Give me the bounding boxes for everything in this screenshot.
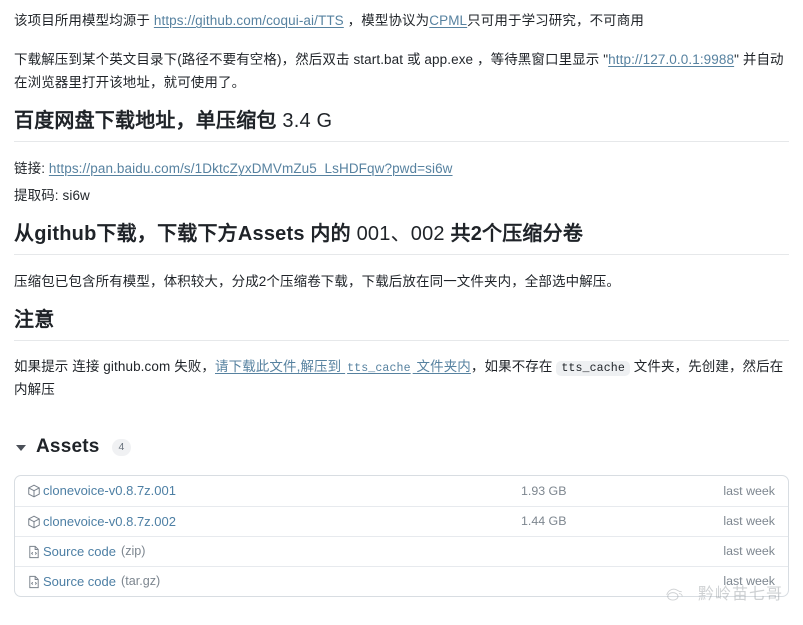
tts-cache-code: tts_cache [556,361,630,377]
asset-download-link[interactable]: clonevoice-v0.8.7z.002 [43,511,176,532]
localhost-address-link[interactable]: http://127.0.0.1:9988 [608,52,734,67]
table-row[interactable]: Source code (zip) last week [15,536,788,566]
asset-name-cell: Source code (zip) [26,541,513,562]
download-file-link[interactable]: 请下载此文件,解压到 tts_cache 文件夹内 [215,359,471,376]
github-heading-bold-1: 从github下载，下载下方Assets 内的 [14,223,351,246]
intro-line2-prefix: 下载解压到某个英文目录下(路径不要有空格)，然后双击 start.bat 或 a… [14,52,609,68]
file-code-icon [26,544,41,559]
asset-date-cell: last week [723,574,775,589]
github-body-paragraph: 压缩包已包含所有模型，体积较大，分成2个压缩卷下载，下载后放在同一文件夹内，全部… [14,274,621,290]
notice-body-mid: ，如果不存在 [470,359,557,375]
table-row[interactable]: clonevoice-v0.8.7z.001 1.93 GB last week [15,476,788,506]
cpml-license-link[interactable]: CPML [429,13,467,28]
asset-format-label: (zip) [121,544,146,559]
notice-section: 注意 [14,307,789,342]
download-link-text-2: 文件夹内 [412,359,471,375]
baidu-heading-bold: 百度网盘下载地址，单压缩包 [14,110,277,133]
asset-download-link[interactable]: clonevoice-v0.8.7z.001 [43,480,176,501]
asset-date-cell: last week [723,544,775,559]
baidu-heading-size: 3.4 G [276,110,333,133]
table-row[interactable]: clonevoice-v0.8.7z.002 1.44 GB last week [15,506,788,536]
intro-line1-mid: ，模型协议为 [343,13,430,28]
assets-count-badge: 4 [111,439,132,456]
asset-download-link[interactable]: Source code [43,571,116,592]
intro-paragraph-1: 该项目所用模型均源于 https://github.com/coqui-ai/T… [14,10,789,32]
baidu-link-label: 链接: [14,161,49,177]
intro-line1-prefix: 该项目所用模型均源于 [14,13,154,28]
chevron-down-icon[interactable] [16,444,26,451]
package-icon [26,514,41,529]
baidu-pan-link[interactable]: https://pan.baidu.com/s/1DktcZyxDMVmZu5_… [49,161,453,176]
baidu-section: 百度网盘下载地址，单压缩包 3.4 G [14,108,789,143]
asset-name-cell: clonevoice-v0.8.7z.001 [26,480,513,501]
github-heading-volumes: 001、002 [350,223,451,246]
notice-heading: 注意 [14,307,789,342]
intro-paragraph-2: 下载解压到某个英文目录下(路径不要有空格)，然后双击 start.bat 或 a… [14,49,789,94]
github-heading: 从github下载，下载下方Assets 内的 001、002 共2个压缩分卷 [14,221,789,256]
download-link-text-1: 请下载此文件,解压到 [215,359,346,375]
asset-date-cell: last week [723,483,775,498]
asset-size-cell: 1.44 GB [521,514,567,529]
assets-title: Assets [36,436,100,458]
asset-name-cell: Source code (tar.gz) [26,571,513,592]
baidu-heading: 百度网盘下载地址，单压缩包 3.4 G [14,108,789,143]
release-body: 该项目所用模型均源于 https://github.com/coqui-ai/T… [0,0,803,401]
file-code-icon [26,574,41,589]
coqui-tts-link[interactable]: https://github.com/coqui-ai/TTS [154,13,344,28]
asset-format-label: (tar.gz) [121,574,161,589]
baidu-code-paragraph: 提取码: si6w [14,187,90,203]
github-section: 从github下载，下载下方Assets 内的 001、002 共2个压缩分卷 [14,221,789,256]
package-icon [26,484,41,499]
asset-name-cell: clonevoice-v0.8.7z.002 [26,511,513,532]
intro-line1-suffix: 只可用于学习研究，不可商用 [467,13,644,28]
assets-section: Assets 4 clonevoice-v0.8.7z.001 1.93 GB … [0,432,803,598]
notice-body-paragraph: 如果提示 连接 github.com 失败，请下载此文件,解压到 tts_cac… [14,356,789,401]
assets-header[interactable]: Assets 4 [14,432,789,463]
tts-cache-code-in-link: tts_cache [347,362,411,376]
baidu-link-paragraph: 链接: https://pan.baidu.com/s/1DktcZyxDMVm… [14,158,789,180]
asset-date-cell: last week [723,514,775,529]
asset-size-cell: 1.93 GB [521,483,567,498]
notice-body-prefix: 如果提示 连接 github.com 失败， [14,359,215,375]
asset-download-link[interactable]: Source code [43,541,116,562]
table-row[interactable]: Source code (tar.gz) last week [15,566,788,596]
github-heading-bold-2: 共2个压缩分卷 [450,223,584,246]
assets-table: clonevoice-v0.8.7z.001 1.93 GB last week… [14,475,789,598]
